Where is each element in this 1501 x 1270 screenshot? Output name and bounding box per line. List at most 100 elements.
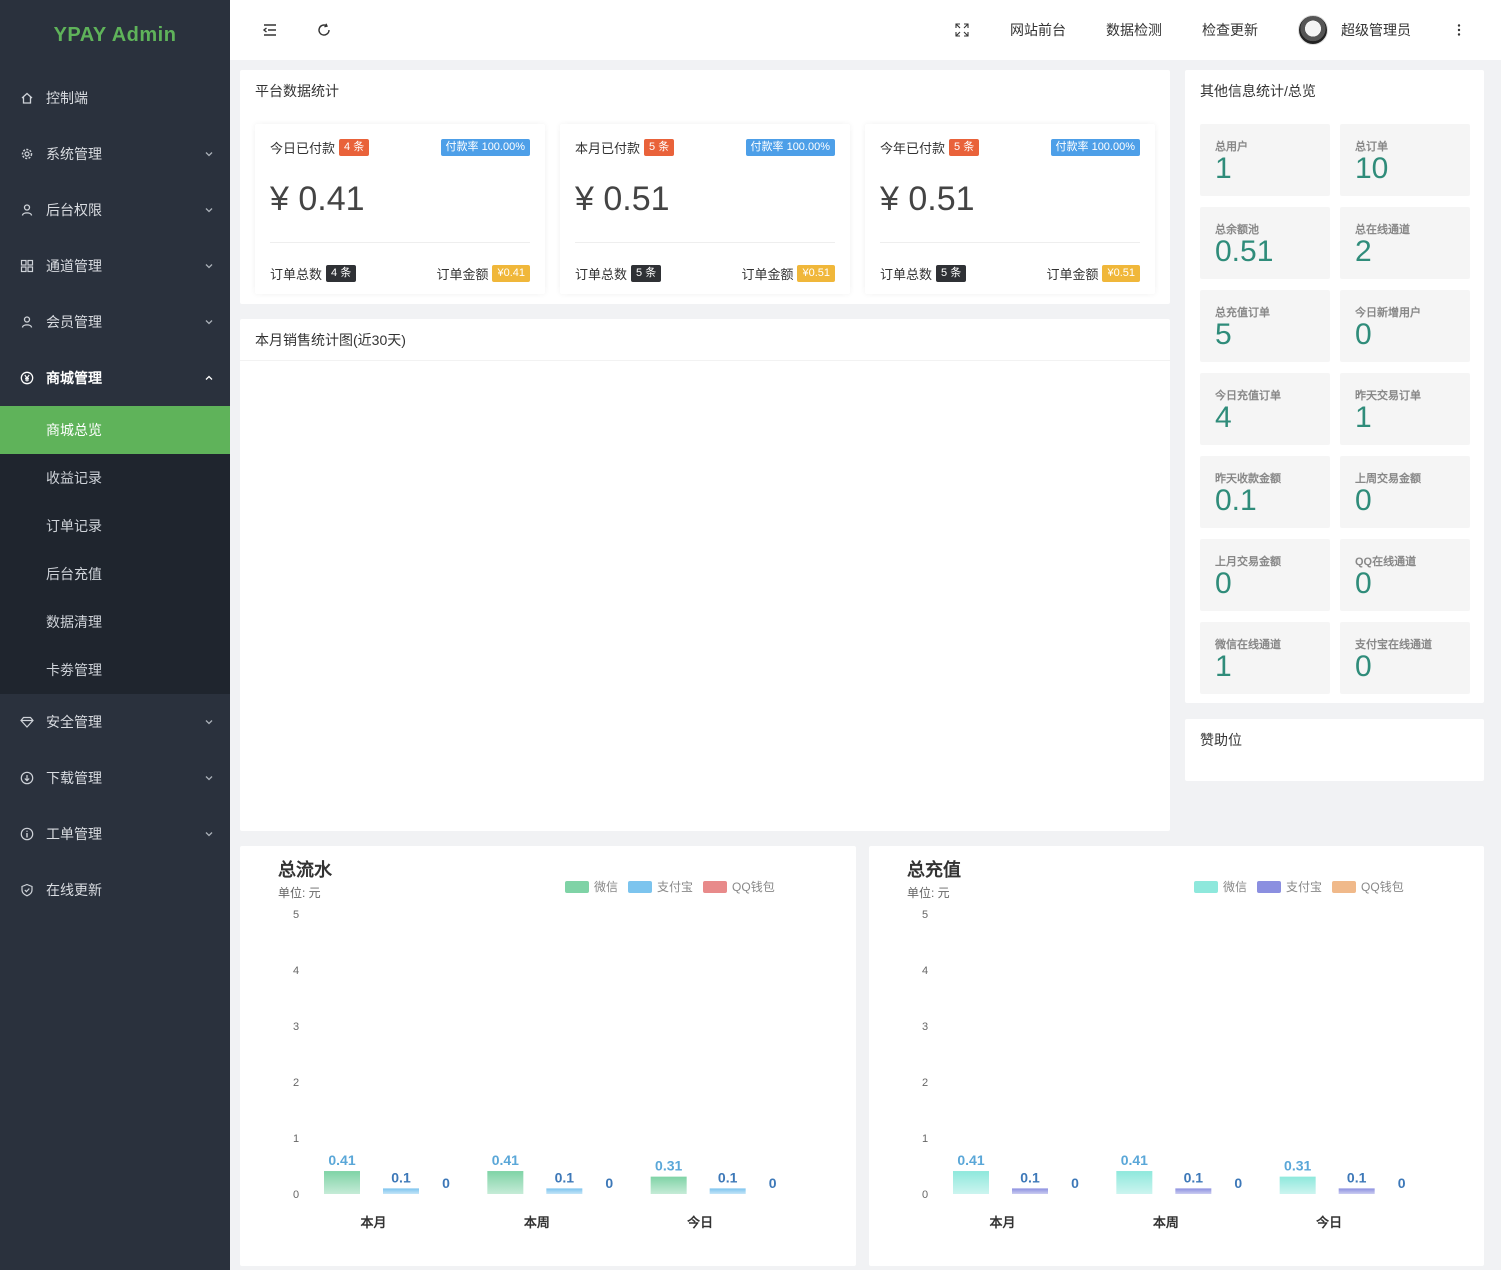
- sidebar-item-security[interactable]: 安全管理: [0, 694, 230, 750]
- app-logo[interactable]: YPAY Admin: [0, 0, 230, 70]
- info-tile-value: 0: [1355, 567, 1372, 600]
- data-label: 0.41: [1121, 1152, 1148, 1168]
- x-tick-label: 本月: [360, 1215, 386, 1230]
- data-check-link[interactable]: 数据检测: [1106, 20, 1162, 40]
- check-update-link[interactable]: 检查更新: [1202, 20, 1258, 40]
- submenu-item-coupons[interactable]: 卡劵管理: [0, 646, 230, 694]
- chevron-up-icon: [204, 373, 214, 383]
- info-icon: [20, 827, 34, 841]
- info-tile-value: 1: [1215, 152, 1232, 185]
- order-total-label: 订单总数: [270, 267, 323, 282]
- info-tile-value: 0.51: [1215, 235, 1274, 268]
- y-tick-label: 5: [922, 909, 928, 921]
- data-label: 0: [605, 1175, 613, 1191]
- order-amount-badge: ¥0.41: [492, 265, 530, 282]
- y-tick-label: 0: [922, 1189, 928, 1201]
- sidebar-item-system[interactable]: 系统管理: [0, 126, 230, 182]
- order-total-label: 订单总数: [575, 267, 628, 282]
- sidebar-item-channels[interactable]: 通道管理: [0, 238, 230, 294]
- order-amount-label: 订单金额: [1046, 267, 1099, 282]
- bar: [953, 1171, 989, 1194]
- stat-card-month: 本月已付款 5 条 付款率 100.00% ¥ 0.51 订单总数 5 条 订单…: [560, 124, 850, 294]
- data-label: 0.1: [1184, 1169, 1204, 1185]
- sidebar-item-label: 会员管理: [46, 314, 102, 330]
- sidebar-item-tickets[interactable]: 工单管理: [0, 806, 230, 862]
- yen-icon: [20, 371, 34, 385]
- home-icon: [20, 91, 34, 105]
- other-stats-panel: 其他信息统计/总览 总用户 1 总订单 10 总余额池 0.51 总在线通道 2 总充值订单 5 今…: [1185, 70, 1484, 703]
- more-vertical-icon[interactable]: [1451, 22, 1467, 38]
- sidebar-item-online-update[interactable]: 在线更新: [0, 862, 230, 918]
- sidebar-item-downloads[interactable]: 下载管理: [0, 750, 230, 806]
- chevron-down-icon: [204, 149, 214, 159]
- panel-title: 本月销售统计图(近30天): [240, 319, 1170, 361]
- bar: [709, 1188, 746, 1194]
- chevron-down-icon: [204, 261, 214, 271]
- shop-submenu: 商城总览 收益记录 订单记录 后台充值 数据清理 卡劵管理: [0, 406, 230, 694]
- order-total-label: 订单总数: [880, 267, 933, 282]
- info-tile: 总用户 1: [1200, 124, 1330, 196]
- submenu-item-shop-overview[interactable]: 商城总览: [0, 406, 230, 454]
- info-tile-value: 0: [1355, 650, 1372, 683]
- sales-chart-area: [240, 363, 1170, 831]
- info-tile: 总充值订单 5: [1200, 290, 1330, 362]
- sidebar-item-label: 系统管理: [46, 146, 102, 162]
- stat-label: 本月已付款: [575, 141, 641, 156]
- diamond-icon: [20, 715, 34, 729]
- panel-title: 赞助位: [1200, 732, 1242, 748]
- info-tile: 总订单 10: [1340, 124, 1470, 196]
- order-amount-label: 订单金额: [436, 267, 489, 282]
- y-tick-label: 5: [293, 909, 299, 921]
- info-tile-value: 0: [1215, 567, 1232, 600]
- bar: [650, 1176, 687, 1194]
- shield-check-icon: [20, 883, 34, 897]
- info-tile-value: 0: [1355, 484, 1372, 517]
- bar: [1116, 1171, 1153, 1194]
- top-header: 网站前台 数据检测 检查更新 超级管理员: [230, 0, 1501, 60]
- info-tile-value: 10: [1355, 152, 1389, 185]
- bar: [1279, 1176, 1316, 1194]
- divider: [270, 242, 530, 243]
- sidebar: YPAY Admin 控制端 系统管理 后台权限 通道管理 会员管理 商城管理 …: [0, 0, 230, 1270]
- bar: [383, 1188, 419, 1194]
- info-tile: 今日充值订单 4: [1200, 373, 1330, 445]
- sidebar-item-console[interactable]: 控制端: [0, 70, 230, 126]
- x-tick-label: 今日: [1315, 1215, 1342, 1230]
- sidebar-item-shop[interactable]: 商城管理: [0, 350, 230, 406]
- refresh-icon[interactable]: [316, 22, 332, 38]
- chevron-down-icon: [204, 773, 214, 783]
- sidebar-item-members[interactable]: 会员管理: [0, 294, 230, 350]
- data-label: 0.41: [492, 1152, 519, 1168]
- submenu-item-orders[interactable]: 订单记录: [0, 502, 230, 550]
- avatar[interactable]: [1298, 15, 1328, 45]
- sidebar-item-label: 安全管理: [46, 714, 102, 730]
- stat-label: 今年已付款: [880, 141, 946, 156]
- x-tick-label: 今日: [686, 1215, 713, 1230]
- y-tick-label: 1: [293, 1133, 299, 1145]
- info-tile-value: 2: [1355, 235, 1372, 268]
- order-amount-label: 订单金额: [741, 267, 794, 282]
- grid-icon: [20, 259, 34, 273]
- submenu-item-data-cleanup[interactable]: 数据清理: [0, 598, 230, 646]
- bar: [324, 1171, 360, 1194]
- user-icon: [20, 315, 34, 329]
- menu-toggle-icon[interactable]: [262, 22, 278, 38]
- stat-label: 今日已付款: [270, 141, 336, 156]
- monthly-sales-panel: 本月销售统计图(近30天): [240, 319, 1170, 831]
- stat-amount: ¥ 0.41: [270, 180, 365, 218]
- rate-badge: 付款率 100.00%: [440, 139, 530, 156]
- y-tick-label: 1: [922, 1133, 928, 1145]
- data-label: 0.41: [328, 1152, 355, 1168]
- sidebar-item-permissions[interactable]: 后台权限: [0, 182, 230, 238]
- submenu-item-earnings[interactable]: 收益记录: [0, 454, 230, 502]
- submenu-item-recharge[interactable]: 后台充值: [0, 550, 230, 598]
- user-name[interactable]: 超级管理员: [1341, 20, 1411, 40]
- site-frontend-link[interactable]: 网站前台: [1010, 20, 1066, 40]
- info-tile-value: 0: [1355, 318, 1372, 351]
- y-tick-label: 3: [922, 1021, 928, 1033]
- x-tick-label: 本月: [989, 1215, 1015, 1230]
- info-tile: 总余额池 0.51: [1200, 207, 1330, 279]
- fullscreen-icon[interactable]: [954, 22, 970, 38]
- info-tile-value: 0.1: [1215, 484, 1257, 517]
- info-tile: QQ在线通道 0: [1340, 539, 1470, 611]
